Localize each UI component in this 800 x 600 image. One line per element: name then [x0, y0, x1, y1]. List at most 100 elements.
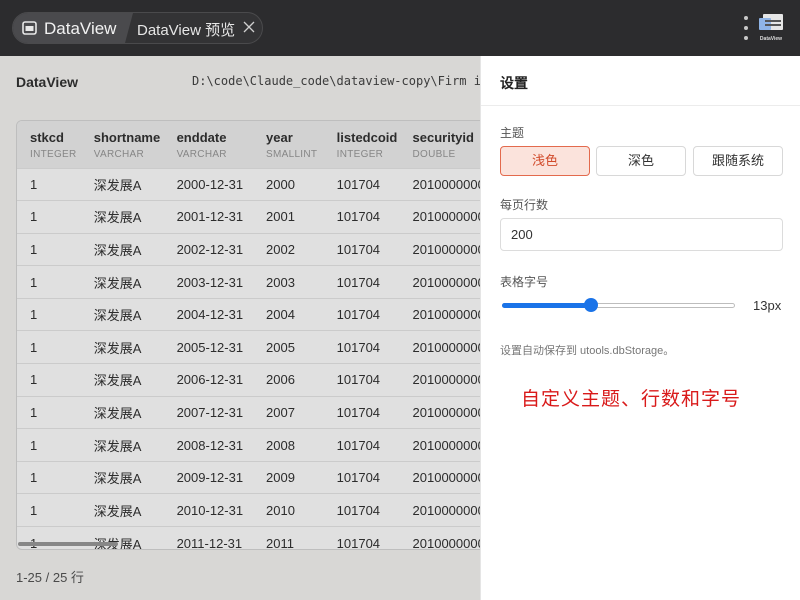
table-cell: 1	[17, 493, 81, 527]
table-row[interactable]: 1 深发展A 2003-12-31 2003 101704 2010000000	[17, 265, 495, 299]
table-cell: 2007	[253, 395, 324, 429]
theme-option-button[interactable]: 深色	[596, 146, 686, 176]
slider-fill	[502, 303, 591, 308]
table-cell: 101704	[323, 265, 400, 299]
column-header-stkcd[interactable]: stkcd INTEGER	[17, 121, 81, 168]
horizontal-scrollbar[interactable]	[18, 542, 118, 546]
pager-info: 1-25 / 25 行	[16, 570, 84, 585]
table-cell: 深发展A	[80, 428, 164, 462]
table-cell: 101704	[323, 428, 400, 462]
column-name: shortname	[93, 130, 161, 145]
app-window-icon	[22, 21, 37, 35]
data-table[interactable]: stkcd INTEGER shortname VARCHAR enddate VARCH…	[16, 120, 496, 550]
tab-preview-label[interactable]: DataView 预览	[137, 19, 235, 40]
table-row[interactable]: 1 深发展A 2006-12-31 2006 101704 2010000000	[17, 363, 495, 397]
table-cell: 深发展A	[80, 460, 164, 494]
table-cell: 101704	[323, 460, 400, 494]
table-cell: 1	[17, 167, 81, 201]
table-cell: 101704	[323, 297, 400, 331]
table-cell: 101704	[323, 232, 400, 266]
table-header-row: stkcd INTEGER shortname VARCHAR enddate VARCH…	[17, 121, 495, 168]
table-cell: 101704	[323, 330, 400, 364]
column-type: SMALLINT	[266, 149, 318, 160]
table-cell: 2002-12-31	[163, 232, 254, 266]
settings-title: 设置	[500, 75, 528, 91]
table-cell: 深发展A	[80, 232, 164, 266]
column-header-year[interactable]: year SMALLINT	[253, 121, 324, 168]
table-row[interactable]: 1 深发展A 2005-12-31 2005 101704 2010000000	[17, 330, 495, 364]
table-cell: 2008-12-31	[163, 428, 254, 462]
table-cell: 101704	[323, 167, 400, 201]
column-name: stkcd	[30, 130, 64, 145]
font-size-label: 表格字号	[500, 275, 549, 289]
plugin-logo-text: DataView	[759, 36, 783, 42]
slider-thumb[interactable]	[583, 298, 598, 312]
plugin-logo: DataView	[757, 12, 785, 42]
theme-option-button[interactable]: 浅色	[500, 146, 590, 176]
table-cell: 1	[17, 363, 81, 397]
column-name: securityid	[412, 130, 474, 145]
tab-dataview-label: DataView	[44, 19, 117, 38]
table-cell: 深发展A	[80, 200, 164, 234]
table-row[interactable]: 1 深发展A 2001-12-31 2001 101704 2010000000	[17, 200, 495, 234]
theme-label: 主题	[500, 126, 525, 140]
table-cell: 深发展A	[80, 265, 164, 299]
table-row[interactable]: 1 深发展A 2008-12-31 2008 101704 2010000000	[17, 428, 495, 462]
table-cell: 101704	[323, 526, 400, 549]
column-header-listedcoid[interactable]: listedcoid INTEGER	[324, 121, 400, 168]
table-cell: 1	[17, 265, 81, 299]
column-name: year	[266, 130, 293, 145]
table-cell: 1	[17, 460, 81, 494]
table-row[interactable]: 1 深发展A 2000-12-31 2000 101704 2010000000	[17, 167, 495, 201]
table-cell: 101704	[323, 395, 400, 429]
table-row[interactable]: 1 深发展A 2010-12-31 2010 101704 2010000000	[17, 493, 495, 527]
table-cell: 101704	[323, 200, 400, 234]
table-cell: 2002	[253, 232, 324, 266]
table-cell: 2000-12-31	[163, 167, 254, 201]
table-cell: 深发展A	[80, 395, 164, 429]
table-cell: 2007-12-31	[163, 395, 254, 429]
column-header-shortname[interactable]: shortname VARCHAR	[81, 121, 164, 168]
theme-option-button[interactable]: 跟随系统	[693, 146, 783, 176]
table-cell: 深发展A	[80, 363, 164, 397]
table-row[interactable]: 1 深发展A 2004-12-31 2004 101704 2010000000	[17, 297, 495, 331]
table-cell: 深发展A	[80, 297, 164, 331]
table-cell: 深发展A	[80, 330, 164, 364]
column-name: enddate	[176, 130, 227, 145]
table-cell: 2010	[253, 493, 324, 527]
table-row[interactable]: 1深发展A2011-12-3120111017042010000000	[17, 526, 495, 549]
dataview-logo-icon	[759, 14, 783, 30]
column-type: INTEGER	[336, 149, 384, 160]
table-cell: 101704	[323, 493, 400, 527]
column-header-enddate[interactable]: enddate VARCHAR	[164, 121, 253, 168]
rows-per-page-input[interactable]	[500, 218, 783, 251]
table-cell: 2008	[253, 428, 324, 462]
table-row[interactable]: 1 深发展A 2002-12-31 2002 101704 2010000000	[17, 232, 495, 266]
more-menu-icon[interactable]	[738, 14, 754, 42]
table-cell: 1	[17, 200, 81, 234]
table-cell: 1	[17, 526, 81, 549]
table-cell: 1	[17, 428, 81, 462]
table-cell: 2011	[253, 526, 324, 549]
table-cell: 2001-12-31	[163, 200, 254, 234]
table-cell: 深发展A	[80, 167, 164, 201]
table-cell: 深发展A	[80, 526, 164, 549]
table-row[interactable]: 1 深发展A 2009-12-31 2009 101704 2010000000	[17, 460, 495, 494]
file-path: D:\code\Claude_code\dataview-copy\Firm i…	[192, 74, 480, 88]
font-size-slider[interactable]	[502, 298, 735, 312]
table-cell: 2003	[253, 265, 324, 299]
table-cell: 2004	[253, 297, 324, 331]
column-type: VARCHAR	[93, 149, 145, 160]
table-cell: 2010-12-31	[163, 493, 254, 527]
table-cell: 2001	[253, 200, 324, 234]
close-icon[interactable]	[242, 20, 256, 34]
table-cell: 2006-12-31	[163, 363, 254, 397]
save-note: 设置自动保存到 utools.dbStorage。	[500, 345, 675, 357]
table-cell: 1	[17, 395, 81, 429]
table-row[interactable]: 1 深发展A 2007-12-31 2007 101704 2010000000	[17, 395, 495, 429]
title-bar: DataView DataView 预览 DataView	[0, 0, 800, 56]
column-name: listedcoid	[336, 130, 398, 145]
tab-dataview[interactable]: DataView	[13, 13, 133, 43]
table-cell: 2011-12-31	[163, 526, 254, 549]
table-cell: 深发展A	[80, 493, 164, 527]
